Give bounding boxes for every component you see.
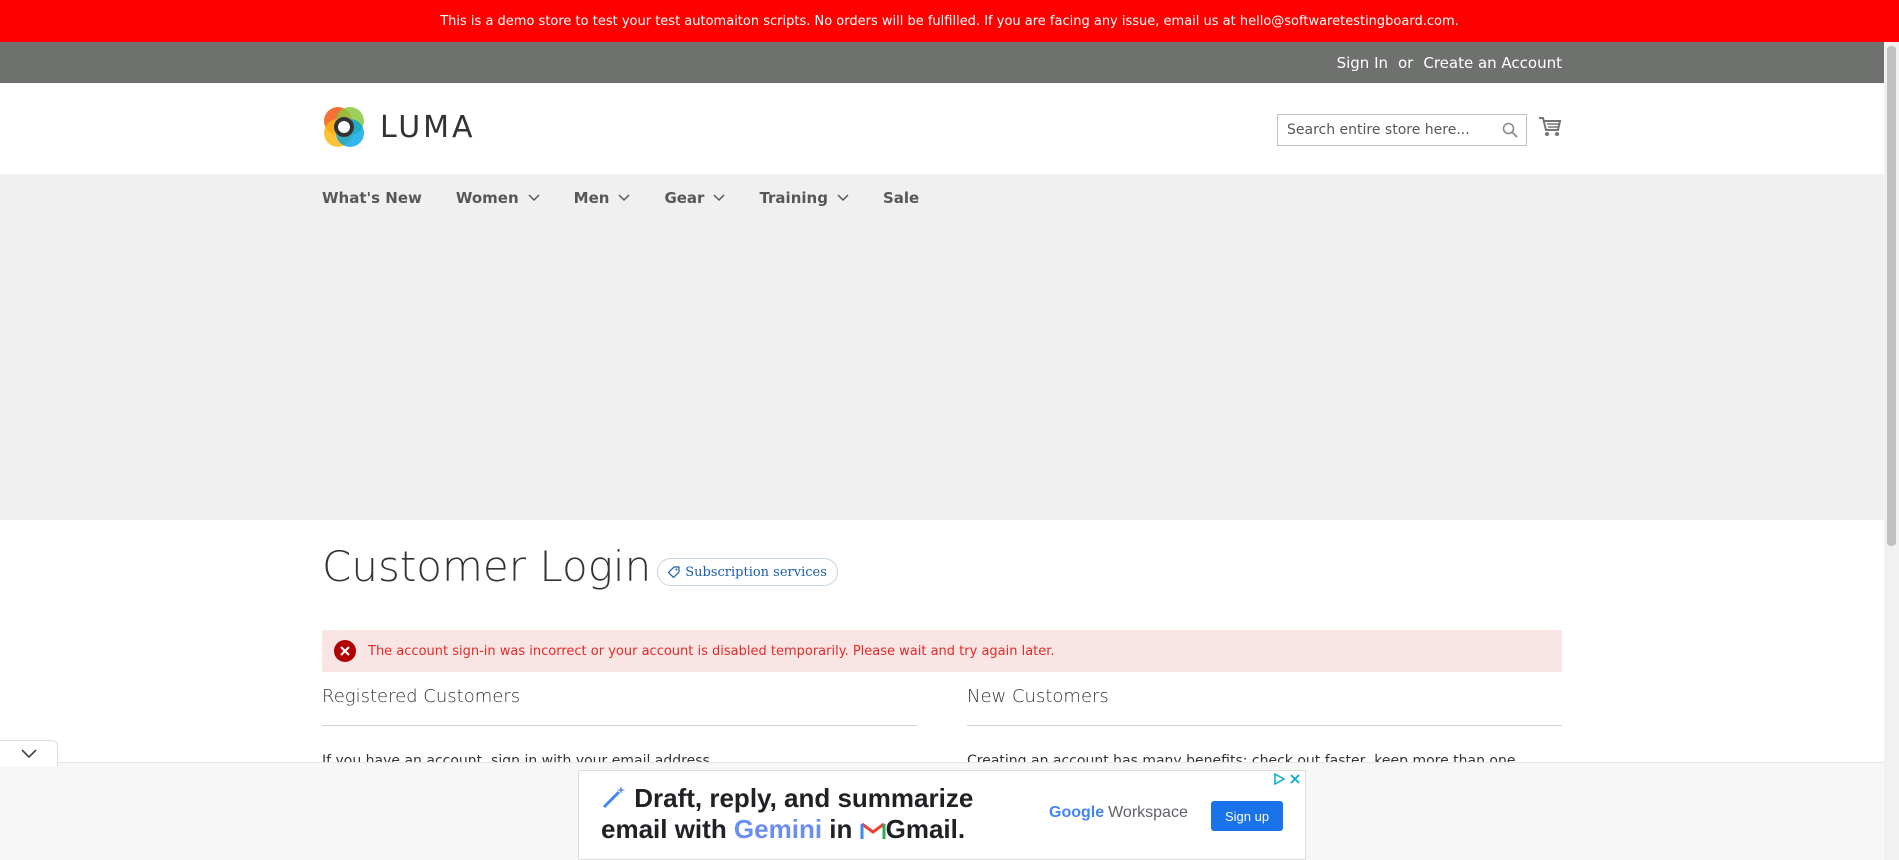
ad-collapse-toggle[interactable]: [0, 740, 58, 766]
google-wordmark: Google: [1049, 804, 1105, 821]
create-account-link[interactable]: Create an Account: [1423, 54, 1562, 72]
nav-item-men[interactable]: Men: [574, 189, 631, 207]
nav-item-label: Sale: [882, 188, 920, 207]
nav-item-training[interactable]: Training: [759, 188, 849, 207]
ad-headline-line1: Draft, reply, and summarize: [601, 783, 973, 814]
nav-item-label: Men: [573, 188, 610, 207]
cart-icon[interactable]: [1538, 116, 1562, 138]
chevron-down-icon: [618, 193, 630, 201]
tag-icon: [668, 566, 680, 579]
error-message-text: The account sign-in was incorrect or you…: [368, 643, 1055, 659]
nav-item-label: What's New: [322, 188, 422, 207]
adchoices-icon[interactable]: [1273, 773, 1285, 785]
main-nav: What's New Women Men Gear Training Sale: [322, 174, 953, 221]
ad-line2-gmail: Gmail.: [885, 814, 966, 844]
ad-line2-in: in: [822, 814, 860, 844]
workspace-wordmark: Workspace: [1108, 804, 1188, 821]
nav-item-gear[interactable]: Gear: [664, 189, 725, 207]
logo-text: LUMA: [380, 109, 476, 145]
google-workspace-brand: Google Workspace: [1049, 804, 1188, 822]
subscription-services-badge[interactable]: Subscription services: [657, 558, 838, 587]
demo-store-banner: This is a demo store to test your test a…: [0, 0, 1899, 42]
ad-headline: Draft, reply, and summarize email with G…: [601, 783, 973, 845]
registered-customers-title: Registered Customers: [322, 682, 917, 726]
ad-line1: Draft, reply, and summarize: [634, 783, 974, 813]
sign-in-link[interactable]: Sign In: [1337, 54, 1388, 72]
registered-customers-block: Registered Customers If you have an acco…: [322, 682, 917, 771]
ad-headline-line2: email with Gemini in Gmail.: [601, 814, 973, 845]
search-input[interactable]: [1278, 115, 1488, 145]
or-separator: or: [1398, 53, 1414, 72]
page-title: Customer Login: [322, 542, 652, 591]
search-icon[interactable]: [1502, 122, 1518, 138]
close-icon[interactable]: [1289, 773, 1301, 785]
demo-banner-text: This is a demo store to test your test a…: [440, 13, 1459, 29]
luma-logo-icon: [324, 107, 364, 147]
page-scrollbar[interactable]: [1884, 42, 1899, 860]
ad-signup-button[interactable]: Sign up: [1211, 801, 1283, 831]
chevron-down-icon: [528, 193, 540, 201]
account-links: Sign In or Create an Account: [1337, 42, 1562, 83]
nav-item-label: Women: [455, 188, 519, 207]
chevron-down-icon: [20, 748, 37, 758]
ad-choices: [1273, 773, 1301, 785]
nav-item-label: Training: [759, 188, 828, 207]
chevron-down-icon: [713, 193, 725, 201]
subscription-services-label: Subscription services: [685, 564, 827, 580]
nav-item-label: Gear: [664, 188, 705, 207]
scrollbar-thumb[interactable]: [1887, 46, 1896, 546]
navigation-area: What's New Women Men Gear Training Sale: [0, 174, 1884, 520]
search-box[interactable]: [1277, 114, 1527, 146]
ad-line2-prefix: email with: [601, 814, 734, 844]
new-customers-title: New Customers: [967, 682, 1562, 726]
site-header: LUMA: [0, 83, 1884, 174]
title-row: Customer Login Subscription services: [322, 542, 838, 591]
magic-wand-icon: [602, 786, 625, 809]
nav-item-women[interactable]: Women: [456, 189, 540, 207]
nav-item-sale[interactable]: Sale: [883, 189, 919, 207]
luma-logo[interactable]: LUMA: [322, 105, 476, 149]
chevron-down-icon: [837, 193, 849, 201]
advertisement[interactable]: Draft, reply, and summarize email with G…: [578, 770, 1306, 860]
nav-item-whats-new[interactable]: What's New: [322, 189, 422, 207]
error-message: The account sign-in was incorrect or you…: [322, 630, 1562, 672]
error-icon: [334, 640, 356, 662]
gmail-icon: [860, 822, 886, 839]
ad-line2-gemini: Gemini: [733, 814, 823, 844]
top-bar: Sign In or Create an Account: [0, 42, 1884, 83]
